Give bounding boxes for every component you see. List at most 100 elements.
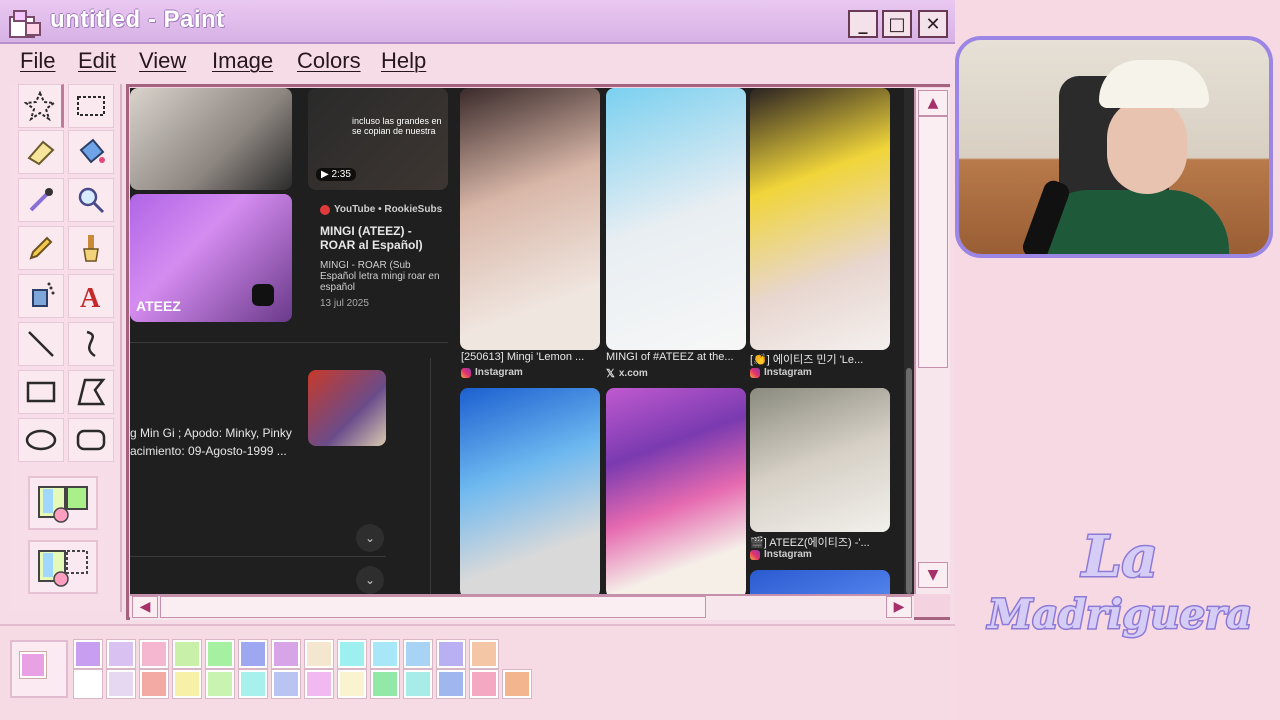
la-madriguera-logo: La Madriguera [985, 523, 1253, 640]
color-swatch[interactable] [140, 640, 168, 668]
menu-view[interactable]: View [139, 48, 186, 74]
color-swatch[interactable] [338, 640, 366, 668]
scroll-up-arrow-icon[interactable]: ▲ [918, 90, 948, 116]
color-swatch[interactable] [404, 670, 432, 698]
result-caption[interactable]: MINGI of #ATEEZ at the... [606, 351, 746, 363]
color-swatch[interactable] [338, 670, 366, 698]
result-image[interactable] [750, 88, 890, 350]
pencil-icon [29, 236, 53, 260]
result-image[interactable] [606, 88, 746, 350]
color-swatch[interactable] [173, 670, 201, 698]
expand-chevron-icon[interactable]: ⌄ [356, 524, 384, 552]
divider [130, 556, 386, 557]
color-swatch[interactable] [239, 640, 267, 668]
video-title[interactable]: MINGI (ATEEZ) - ROAR al Español) [320, 224, 446, 252]
ellipse-tool[interactable] [18, 418, 64, 462]
scroll-left-arrow-icon[interactable]: ◀ [132, 596, 158, 618]
color-swatch[interactable] [107, 670, 135, 698]
shapes-transparent-icon [38, 550, 88, 587]
color-swatch[interactable] [305, 640, 333, 668]
result-caption[interactable]: [👏] 에이티즈 민기 'Le... [750, 351, 890, 367]
paint-bucket-icon [79, 138, 105, 164]
color-swatch[interactable] [272, 640, 300, 668]
browser-content[interactable]: ATEEZ incluso las grandes en se copian d… [130, 88, 914, 594]
fill-tool[interactable] [68, 130, 114, 174]
menu-help[interactable]: Help [381, 48, 426, 74]
color-swatch[interactable] [503, 670, 531, 698]
brush-tool[interactable] [68, 226, 114, 270]
pencil-tool[interactable] [18, 226, 64, 270]
color-swatch[interactable] [239, 670, 267, 698]
close-button[interactable]: ✕ [918, 10, 948, 38]
vertical-scrollbar[interactable]: ▲ ▼ [914, 88, 950, 594]
result-image[interactable] [130, 88, 292, 190]
minimize-button[interactable]: _ [848, 10, 878, 38]
color-swatch[interactable] [107, 640, 135, 668]
youtube-icon [320, 204, 330, 215]
color-picker-tool[interactable] [18, 178, 64, 222]
instagram-icon [461, 367, 471, 378]
polygon-tool[interactable] [68, 370, 114, 414]
transparent-selection-option[interactable] [28, 540, 98, 594]
curve-icon [86, 330, 96, 358]
result-image[interactable]: ATEEZ [130, 194, 292, 322]
menu-edit[interactable]: Edit [78, 48, 116, 74]
color-swatch[interactable] [206, 640, 234, 668]
color-swatch[interactable] [74, 640, 102, 668]
result-caption[interactable]: [250613] Mingi 'Lemon ... [461, 351, 599, 363]
browser-scrollbar-thumb[interactable] [906, 368, 912, 594]
opaque-selection-option[interactable] [28, 476, 98, 530]
color-swatch[interactable] [206, 670, 234, 698]
scroll-down-arrow-icon[interactable]: ▼ [918, 562, 948, 588]
result-image[interactable] [460, 388, 600, 594]
color-swatch[interactable] [470, 670, 498, 698]
color-swatch[interactable] [140, 670, 168, 698]
rounded-rect-tool[interactable] [68, 418, 114, 462]
menu-file[interactable]: File [20, 48, 55, 74]
menu-colors[interactable]: Colors [297, 48, 361, 74]
result-image[interactable] [750, 570, 890, 594]
webcam-overlay [955, 36, 1273, 258]
eraser-tool[interactable] [18, 130, 64, 174]
result-caption[interactable]: 🎬] ATEEZ(에이티즈) -'... [750, 534, 890, 550]
text-tool[interactable]: A [68, 274, 114, 318]
result-image[interactable] [308, 370, 386, 446]
video-thumbnail[interactable]: incluso las grandes en se copian de nues… [308, 88, 448, 190]
magnifier-tool[interactable] [68, 178, 114, 222]
color-swatch[interactable] [437, 640, 465, 668]
scroll-right-arrow-icon[interactable]: ▶ [886, 596, 912, 618]
color-swatch[interactable] [371, 640, 399, 668]
polygon-icon [77, 378, 106, 406]
airbrush-icon [32, 282, 55, 307]
curve-tool[interactable] [68, 322, 114, 366]
menu-image[interactable]: Image [212, 48, 273, 74]
line-tool[interactable] [18, 322, 64, 366]
free-select-tool[interactable] [18, 84, 64, 128]
rounded-rectangle-icon [76, 429, 106, 451]
maximize-button[interactable]: □ [882, 10, 912, 38]
horizontal-scrollbar[interactable]: ◀ ▶ [130, 594, 914, 620]
foreground-color[interactable] [20, 652, 46, 678]
result-image[interactable] [750, 388, 890, 532]
color-swatch[interactable] [74, 670, 102, 698]
paint-app-icon [9, 10, 41, 38]
color-swatch[interactable] [437, 670, 465, 698]
divider [430, 358, 431, 594]
expand-chevron-icon[interactable]: ⌄ [356, 566, 384, 594]
color-swatch[interactable] [272, 670, 300, 698]
svg-text:A: A [80, 283, 101, 312]
horizontal-scroll-thumb[interactable] [160, 596, 706, 618]
rectangle-tool[interactable] [18, 370, 64, 414]
result-image[interactable] [460, 88, 600, 350]
vertical-scroll-thumb[interactable] [918, 116, 948, 368]
current-color-box[interactable] [10, 640, 68, 698]
browser-scrollbar[interactable] [904, 88, 914, 594]
result-image[interactable] [606, 388, 746, 594]
color-swatch[interactable] [470, 640, 498, 668]
color-swatch[interactable] [404, 640, 432, 668]
color-swatch[interactable] [173, 640, 201, 668]
airbrush-tool[interactable] [18, 274, 64, 318]
rect-select-tool[interactable] [68, 84, 114, 128]
color-swatch[interactable] [371, 670, 399, 698]
color-swatch[interactable] [305, 670, 333, 698]
